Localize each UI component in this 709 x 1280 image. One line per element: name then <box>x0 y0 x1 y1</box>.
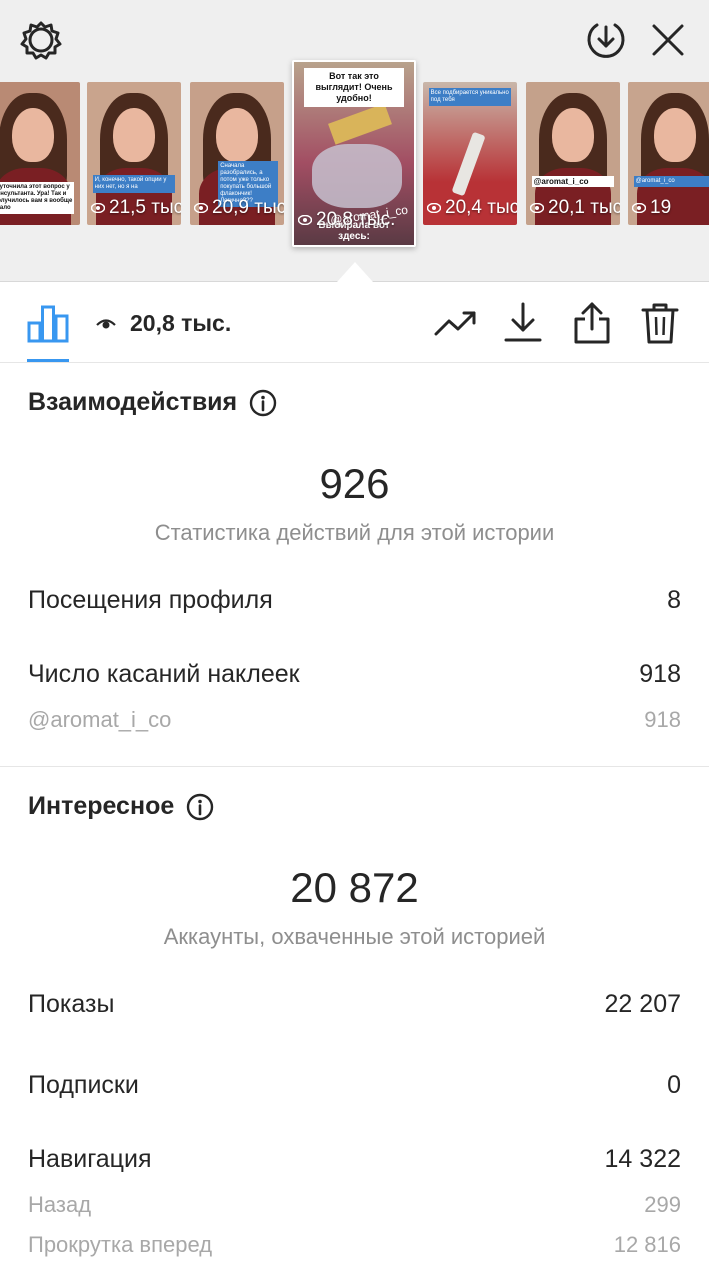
row-label: Прокрутка вперед <box>28 1232 213 1257</box>
story-views: 20,9 тыс. <box>194 197 284 219</box>
row-label: Навигация <box>28 1145 152 1173</box>
eye-icon <box>298 215 312 225</box>
row-label: Число касаний наклеек <box>28 660 300 688</box>
story-thumbnails: И уточнила этот вопрос у консультанта. У… <box>0 60 709 252</box>
info-icon[interactable] <box>186 793 214 821</box>
row-value: 918 <box>644 707 681 732</box>
interactions-caption: Статистика действий для этой истории <box>154 520 555 545</box>
delete-button[interactable] <box>636 299 684 347</box>
reach-caption: Аккаунты, охваченные этой историей <box>163 924 546 949</box>
story-caption: @aromat_i_co <box>531 176 615 188</box>
row-value: 0 <box>667 1071 681 1099</box>
row-label: Назад <box>28 1192 92 1217</box>
settings-icon <box>20 21 62 60</box>
eye-icon <box>91 203 105 213</box>
row-label: Показы <box>28 990 115 1018</box>
story-caption: @aromat_i_co <box>633 176 709 188</box>
story-thumbnail[interactable]: И, конечно, такой опции у них нет, но я … <box>87 82 181 225</box>
story-thumbnail[interactable]: @aromat_i_co 20,1 тыс. <box>526 82 620 225</box>
info-icon[interactable] <box>249 389 277 417</box>
settings-button[interactable] <box>17 16 65 64</box>
close-icon <box>652 24 684 56</box>
reach-total: 20 872 <box>290 864 419 911</box>
insights-toolbar: 20,8 тыс. <box>0 283 709 363</box>
navigation-row: Навигация 14 322 <box>28 1145 681 1174</box>
profile-visits-row: Посещения профиля 8 <box>28 586 681 615</box>
story-views: 21,5 тыс. <box>91 197 181 219</box>
selection-pointer <box>337 262 373 282</box>
story-strip-area: И уточнила этот вопрос у консультанта. У… <box>0 0 709 282</box>
eye-icon <box>530 203 544 213</box>
story-views: 20,8 тыс. <box>298 209 395 231</box>
sticker-taps-row: Число касаний наклеек 918 <box>28 660 681 689</box>
row-value: 12 816 <box>613 1232 681 1257</box>
follows-row: Подписки 0 <box>28 1071 681 1100</box>
tab-insights[interactable] <box>24 299 72 347</box>
row-value: 8 <box>667 586 681 614</box>
row-value: 14 322 <box>604 1145 681 1173</box>
save-story-button[interactable] <box>582 16 630 64</box>
story-thumbnail[interactable]: @aromat_i_co 19 <box>628 82 709 225</box>
active-tab-indicator <box>27 359 69 362</box>
story-caption: И уточнила этот вопрос у консультанта. У… <box>0 182 75 215</box>
discovery-section-title: Интересное <box>28 792 214 821</box>
trash-icon <box>641 303 679 344</box>
row-value: 299 <box>644 1192 681 1217</box>
story-views: 19 <box>632 197 671 219</box>
trending-up-icon <box>434 311 476 336</box>
story-caption: Все подбирается уникально под тебя <box>428 87 512 106</box>
share-icon <box>574 302 610 344</box>
download-circle-icon <box>587 23 625 58</box>
story-thumbnail[interactable]: Сначала разобрались, а потом уже только … <box>190 82 284 225</box>
download-icon <box>504 302 542 342</box>
row-label: Посещения профиля <box>28 586 273 614</box>
interactions-total: 926 <box>319 460 390 507</box>
eye-icon <box>427 203 441 213</box>
back-row: Назад 299 <box>28 1192 681 1218</box>
story-caption: И, конечно, такой опции у них нет, но я … <box>92 174 176 193</box>
row-label: @aromat_i_co <box>28 707 172 732</box>
eye-icon <box>96 319 116 329</box>
close-button[interactable] <box>644 16 692 64</box>
story-views: 20,4 тыс. <box>427 197 517 219</box>
story-thumbnail[interactable]: И уточнила этот вопрос у консультанта. У… <box>0 82 80 225</box>
row-value: 918 <box>639 660 681 688</box>
eye-icon <box>194 203 208 213</box>
impressions-row: Показы 22 207 <box>28 990 681 1019</box>
share-button[interactable] <box>568 299 616 347</box>
promote-button[interactable] <box>432 299 480 347</box>
story-views: 20,1 тыс. <box>530 197 620 219</box>
section-divider <box>0 766 709 767</box>
story-thumbnail-selected[interactable]: Вот так это выглядит! Очень удобно! @aro… <box>292 60 416 247</box>
row-label: Подписки <box>28 1071 139 1099</box>
row-value: 22 207 <box>604 990 681 1018</box>
forward-row: Прокрутка вперед 12 816 <box>28 1232 681 1258</box>
interactions-section-title: Взаимодействия <box>28 388 277 417</box>
views-count: 20,8 тыс. <box>130 309 232 336</box>
download-button[interactable] <box>499 299 547 347</box>
sticker-mention-row: @aromat_i_co 918 <box>28 707 681 733</box>
story-thumbnail[interactable]: Все подбирается уникально под тебя 20,4 … <box>423 82 517 225</box>
eye-icon <box>632 203 646 213</box>
bar-chart-icon <box>27 305 69 343</box>
story-sticker-text: Вот так это выглядит! Очень удобно! <box>303 68 405 107</box>
views-summary: 20,8 тыс. <box>96 307 231 339</box>
